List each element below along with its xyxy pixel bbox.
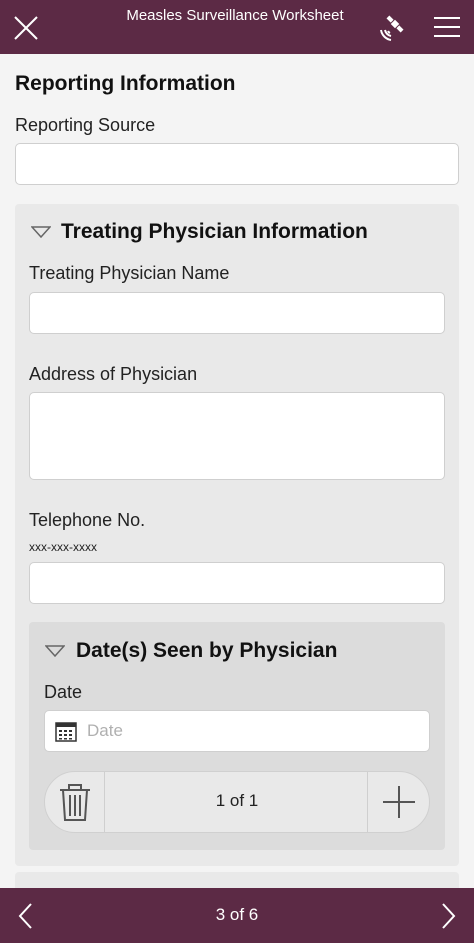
plus-icon bbox=[383, 786, 415, 818]
date-field[interactable] bbox=[44, 710, 430, 752]
reporting-source-label: Reporting Source bbox=[15, 115, 156, 135]
collapse-triangle-icon[interactable] bbox=[45, 644, 65, 658]
group-title-dates-seen: Date(s) Seen by Physician bbox=[76, 639, 338, 662]
sync-button[interactable] bbox=[375, 12, 409, 46]
chevron-right-icon bbox=[442, 903, 456, 929]
telephone-format-hint: xxx-xxx-xxxx bbox=[29, 540, 97, 554]
physician-name-label: Treating Physician Name bbox=[29, 263, 230, 283]
page-indicator: 3 of 6 bbox=[215, 905, 259, 924]
collapse-triangle-icon[interactable] bbox=[31, 225, 51, 239]
physician-address-label: Address of Physician bbox=[29, 364, 198, 384]
menu-button[interactable] bbox=[432, 14, 462, 40]
telephone-label: Telephone No. bbox=[29, 510, 146, 530]
record-counter: 1 of 1 bbox=[215, 791, 259, 810]
bottom-nav-bar: 3 of 6 bbox=[0, 888, 474, 943]
record-pager: 1 of 1 bbox=[44, 771, 430, 833]
telephone-input[interactable] bbox=[29, 562, 445, 604]
date-input[interactable] bbox=[87, 721, 407, 741]
delete-record-button[interactable] bbox=[45, 772, 105, 832]
calendar-icon[interactable] bbox=[55, 720, 77, 742]
form-title: Measles Surveillance Worksheet bbox=[126, 7, 344, 24]
chevron-left-icon bbox=[18, 903, 32, 929]
previous-page-button[interactable] bbox=[14, 901, 38, 931]
close-icon bbox=[14, 16, 38, 40]
reporting-source-input[interactable] bbox=[15, 143, 459, 185]
close-button[interactable] bbox=[10, 12, 42, 44]
satellite-icon bbox=[380, 15, 404, 41]
group-title-physician: Treating Physician Information bbox=[61, 220, 368, 243]
hamburger-menu-icon bbox=[434, 17, 460, 37]
top-bar: Measles Surveillance Worksheet bbox=[0, 0, 474, 54]
date-label: Date bbox=[44, 682, 83, 702]
physician-address-textarea[interactable] bbox=[29, 392, 445, 480]
section-title-reporting: Reporting Information bbox=[15, 72, 236, 95]
trash-icon bbox=[60, 784, 90, 821]
next-page-button[interactable] bbox=[436, 901, 460, 931]
add-record-button[interactable] bbox=[367, 772, 429, 832]
physician-name-input[interactable] bbox=[29, 292, 445, 334]
